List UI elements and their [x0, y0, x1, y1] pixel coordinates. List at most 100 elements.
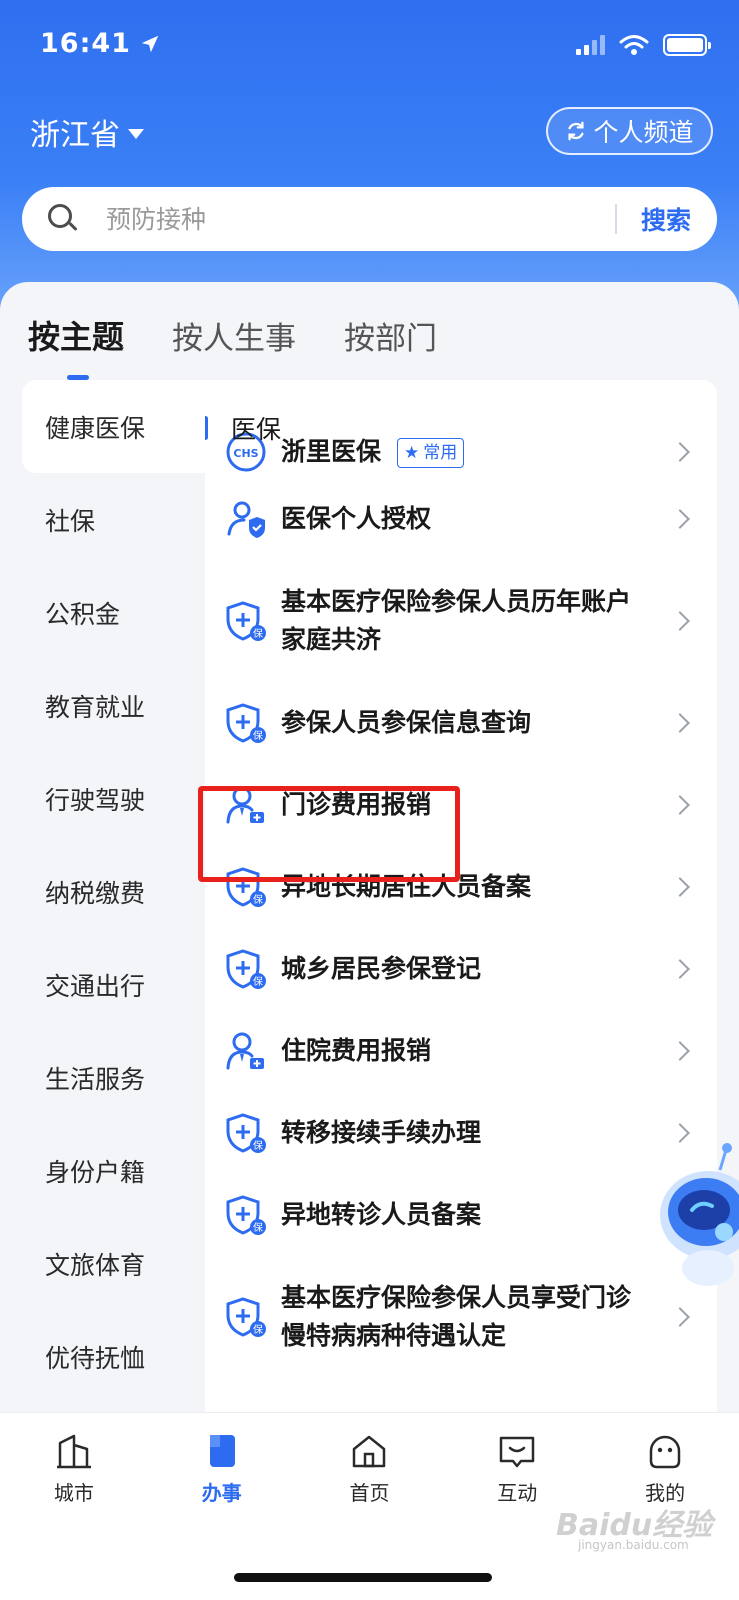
insurance-shield-icon: 保 [226, 949, 266, 989]
insurance-shield-icon: 保 [226, 1297, 266, 1337]
baidu-watermark-url: jingyan.baidu.com [578, 1538, 689, 1552]
svg-text:保: 保 [253, 1139, 263, 1152]
profile-icon [649, 1435, 681, 1469]
wifi-icon [619, 35, 649, 55]
service-item[interactable]: 保 异地转诊人员备案 [205, 1174, 717, 1256]
nav-item-tax-payment[interactable]: 纳税缴费 [0, 845, 205, 938]
star-icon: ★ [404, 443, 420, 463]
nav-item-social-security[interactable]: 社保 [0, 473, 205, 566]
nav-item-driving[interactable]: 行驶驾驶 [0, 752, 205, 845]
tab-home[interactable]: 首页 [296, 1413, 444, 1506]
section-bar [205, 416, 208, 440]
service-item[interactable]: 医保个人授权 [205, 478, 717, 560]
svg-text:保: 保 [253, 729, 263, 742]
frequent-badge: ★ 常用 [397, 438, 465, 468]
highlight-box [198, 786, 460, 882]
service-label: 基本医疗保险参保人员历年账户家庭共济 [281, 587, 632, 654]
insurance-shield-icon: 保 [226, 1113, 266, 1153]
tab-tasks-label: 办事 [201, 1481, 242, 1505]
section-title: 医保 [231, 415, 282, 444]
tab-city[interactable]: 城市 [0, 1413, 148, 1506]
chat-icon [500, 1436, 535, 1468]
chevron-right-icon [670, 713, 690, 733]
tab-home-label: 首页 [349, 1481, 390, 1505]
insurance-shield-icon: 保 [226, 703, 266, 743]
assistant-robot-icon[interactable] [648, 1140, 739, 1290]
svg-text:保: 保 [253, 975, 263, 988]
service-label: 住院费用报销 [281, 1036, 432, 1065]
service-item[interactable]: 保 城乡居民参保登记 [205, 928, 717, 1010]
service-label: 基本医疗保险参保人员享受门诊慢特病病种待遇认定 [281, 1283, 632, 1350]
service-item[interactable]: 保 基本医疗保险参保人员享受门诊慢特病病种待遇认定 [205, 1256, 717, 1378]
nav-item-transport[interactable]: 交通出行 [0, 938, 205, 1031]
service-item[interactable]: 住院费用报销 [205, 1010, 717, 1092]
chevron-right-icon [670, 1307, 690, 1327]
tab-by-life-event[interactable]: 按人生事 [172, 313, 296, 358]
service-item[interactable]: 保 转移接续手续办理 [205, 1092, 717, 1174]
nav-item-health-insurance[interactable]: 健康医保 [22, 380, 205, 473]
location-arrow-icon [141, 35, 159, 52]
service-list: CHS 浙里医保 ★ 常用 医保个人授权 保 基本医疗保险参保人员历年账户家庭共… [205, 432, 717, 1378]
province-label: 浙江省 [30, 118, 120, 153]
left-category-nav: 健康医保 社保 公积金 教育就业 行驶驾驶 纳税缴费 交通出行 生活服务 身份户… [0, 380, 205, 1403]
home-icon [353, 1435, 386, 1468]
svg-text:保: 保 [253, 1221, 263, 1234]
nav-item-preferential-treatment[interactable]: 优待抚恤 [0, 1310, 205, 1403]
cellular-signal-icon [576, 35, 605, 55]
svg-text:CHS: CHS [233, 447, 258, 460]
search-bar[interactable]: 搜索 [22, 187, 717, 251]
home-indicator[interactable] [234, 1573, 492, 1582]
chevron-right-icon [670, 1041, 690, 1061]
search-input[interactable] [106, 204, 615, 234]
personal-channel-button[interactable]: 个人频道 [546, 107, 713, 155]
nav-item-life-services[interactable]: 生活服务 [0, 1031, 205, 1124]
chevron-right-icon [670, 611, 690, 631]
nav-item-education-employment[interactable]: 教育就业 [0, 659, 205, 752]
nav-item-culture-sports[interactable]: 文旅体育 [0, 1217, 205, 1310]
search-button[interactable]: 搜索 [617, 201, 717, 237]
city-icon [56, 1434, 91, 1469]
svg-text:保: 保 [253, 627, 263, 640]
chevron-right-icon [670, 795, 690, 815]
task-icon [209, 1435, 235, 1467]
svg-text:保: 保 [253, 893, 263, 906]
status-icons [576, 34, 711, 56]
insurance-shield-icon: 保 [226, 1195, 266, 1235]
search-icon [48, 204, 78, 234]
service-label: 参保人员参保信息查询 [281, 708, 532, 737]
service-panel: 医保 CHS 浙里医保 ★ 常用 医保个人授权 保 基本医疗保险参保人员历年账户… [205, 380, 717, 1418]
province-selector[interactable]: 浙江省 [30, 110, 144, 154]
tab-by-theme[interactable]: 按主题 [28, 312, 124, 380]
status-time: 16:41 [40, 28, 161, 59]
nav-item-housing-fund[interactable]: 公积金 [0, 566, 205, 659]
chevron-right-icon [670, 877, 690, 897]
service-item[interactable]: 保 参保人员参保信息查询 [205, 682, 717, 764]
tab-by-department[interactable]: 按部门 [344, 313, 437, 358]
chevron-right-icon [670, 959, 690, 979]
nav-item-identity-household[interactable]: 身份户籍 [0, 1124, 205, 1217]
tab-interact[interactable]: 互动 [443, 1413, 591, 1506]
svg-text:保: 保 [253, 1323, 263, 1336]
chevron-right-icon [670, 509, 690, 529]
service-item[interactable]: 保 基本医疗保险参保人员历年账户家庭共济 [205, 560, 717, 682]
person-check-icon [227, 501, 265, 538]
service-label: 医保个人授权 [281, 504, 432, 533]
category-tabs: 按主题 按人生事 按部门 [28, 312, 437, 380]
chevron-right-icon [670, 442, 690, 462]
tab-tasks[interactable]: 办事 [148, 1413, 296, 1506]
battery-icon [663, 34, 711, 56]
person-medical-icon [226, 1032, 264, 1070]
service-label: 异地转诊人员备案 [281, 1200, 482, 1229]
insurance-shield-icon: 保 [226, 601, 266, 641]
personal-channel-label: 个人频道 [593, 118, 694, 147]
service-item[interactable]: CHS 浙里医保 ★ 常用 [205, 426, 717, 478]
tab-interact-label: 互动 [497, 1481, 538, 1505]
tab-profile[interactable]: 我的 [591, 1413, 739, 1506]
switch-icon [568, 121, 585, 141]
service-label: 城乡居民参保登记 [281, 954, 482, 983]
caret-down-icon [128, 129, 144, 139]
tab-city-label: 城市 [53, 1481, 94, 1505]
service-label: 转移接续手续办理 [281, 1118, 482, 1147]
section-header: 医保 [205, 408, 281, 448]
service-label: 浙里医保 ★ 常用 [281, 433, 641, 471]
